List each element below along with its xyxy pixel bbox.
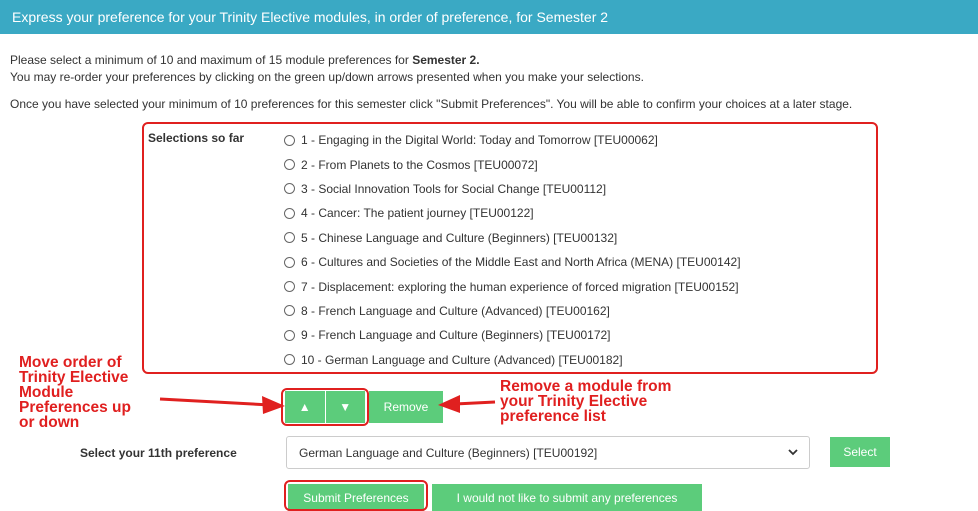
reorder-arrow-icon — [159, 396, 285, 414]
annotation-arrows — [159, 395, 496, 414]
remove-arrow-icon — [438, 395, 496, 413]
